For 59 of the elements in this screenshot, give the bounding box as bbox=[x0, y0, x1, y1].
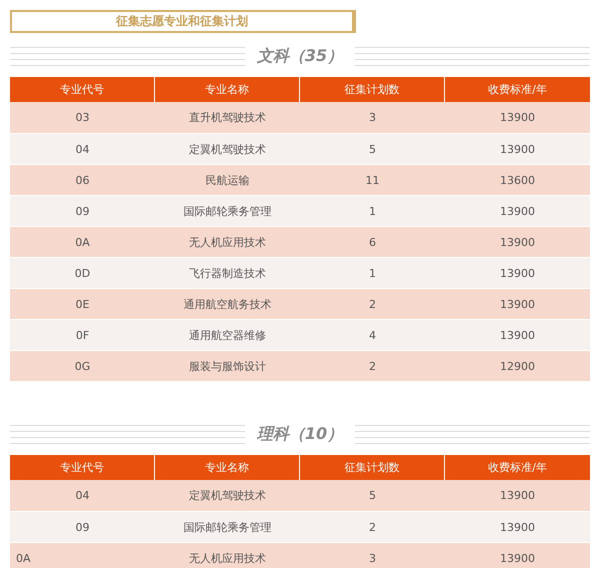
table-cell: 通用航空航务技术 bbox=[155, 288, 300, 319]
table-cell: 飞行器制造技术 bbox=[155, 257, 300, 288]
table-cell: 通用航空器维修 bbox=[155, 319, 300, 350]
table-cell: 09 bbox=[10, 195, 155, 226]
column-header: 征集计划数 bbox=[300, 77, 445, 102]
table-cell: 5 bbox=[300, 133, 445, 164]
column-header: 收费标准/年 bbox=[445, 455, 590, 480]
column-header: 专业名称 bbox=[155, 77, 300, 102]
table-cell: 04 bbox=[10, 133, 155, 164]
table-cell: 国际邮轮乘务管理 bbox=[155, 511, 300, 542]
table-cell: 1 bbox=[300, 257, 445, 288]
column-header: 专业代号 bbox=[10, 77, 155, 102]
table-cell: 无人机应用技术 bbox=[155, 542, 300, 568]
column-header: 收费标准/年 bbox=[445, 77, 590, 102]
column-header: 专业代号 bbox=[10, 455, 155, 480]
table-cell: 13900 bbox=[445, 257, 590, 288]
table-cell: 0D bbox=[10, 257, 155, 288]
table-cell: 13900 bbox=[445, 226, 590, 257]
table-cell: 13900 bbox=[445, 511, 590, 542]
table-cell: 12900 bbox=[445, 350, 590, 381]
table-cell: 6 bbox=[300, 226, 445, 257]
table-cell: 06 bbox=[10, 164, 155, 195]
table-cell: 0A bbox=[10, 226, 155, 257]
table-cell: 服装与服饰设计 bbox=[155, 350, 300, 381]
table-cell: 0E bbox=[10, 288, 155, 319]
page-title: 征集志愿专业和征集计划 bbox=[10, 10, 356, 33]
table-cell: 1 bbox=[300, 195, 445, 226]
table-cell: 13900 bbox=[445, 133, 590, 164]
table-cell: 13900 bbox=[445, 480, 590, 511]
table-cell: 5 bbox=[300, 480, 445, 511]
table-cell: 04 bbox=[10, 480, 155, 511]
column-header: 征集计划数 bbox=[300, 455, 445, 480]
table-cell: 3 bbox=[300, 102, 445, 133]
section-heading: 理科（10） bbox=[256, 424, 344, 444]
table-cell: 直升机驾驶技术 bbox=[155, 102, 300, 133]
table-cell: 2 bbox=[300, 350, 445, 381]
table-cell: 0A bbox=[10, 542, 155, 568]
table-cell: 2 bbox=[300, 511, 445, 542]
table-cell: 13900 bbox=[445, 542, 590, 568]
table-cell: 13900 bbox=[445, 288, 590, 319]
column-header: 专业名称 bbox=[155, 455, 300, 480]
table-cell: 0F bbox=[10, 319, 155, 350]
table-cell: 13900 bbox=[445, 195, 590, 226]
table-cell: 无人机应用技术 bbox=[155, 226, 300, 257]
table-cell: 民航运输 bbox=[155, 164, 300, 195]
table-cell: 定翼机驾驶技术 bbox=[155, 133, 300, 164]
table-cell: 13900 bbox=[445, 319, 590, 350]
section-heading: 文科（35） bbox=[256, 46, 344, 66]
table-cell: 0G bbox=[10, 350, 155, 381]
table-cell: 13900 bbox=[445, 102, 590, 133]
table-cell: 11 bbox=[300, 164, 445, 195]
table-cell: 03 bbox=[10, 102, 155, 133]
table-cell: 13600 bbox=[445, 164, 590, 195]
table-cell: 4 bbox=[300, 319, 445, 350]
table-cell: 定翼机驾驶技术 bbox=[155, 480, 300, 511]
table-cell: 09 bbox=[10, 511, 155, 542]
table-cell: 3 bbox=[300, 542, 445, 568]
table-cell: 国际邮轮乘务管理 bbox=[155, 195, 300, 226]
table-cell: 2 bbox=[300, 288, 445, 319]
